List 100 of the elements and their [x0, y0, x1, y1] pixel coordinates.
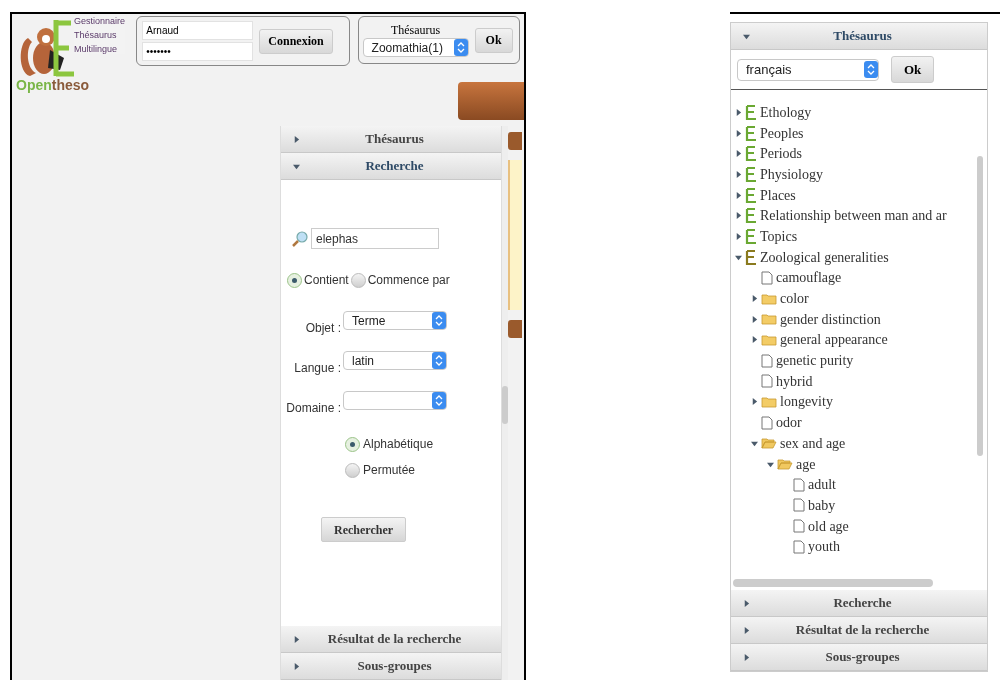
caret-right-icon — [751, 336, 758, 344]
password-field[interactable]: ••••••• — [142, 42, 254, 61]
tree-item[interactable]: Places — [731, 184, 977, 206]
tree-item[interactable]: Topics — [731, 226, 977, 247]
username-field[interactable]: Arnaud — [142, 21, 254, 40]
caret-right-icon — [293, 635, 300, 643]
caret-right-icon — [293, 662, 300, 670]
caret-right-icon — [735, 212, 742, 220]
search-button[interactable]: Rechercher — [321, 517, 407, 542]
caret-right-icon — [751, 315, 758, 323]
thesaurus-label: Thésaurus — [390, 23, 441, 38]
search-field[interactable]: elephas — [311, 228, 439, 249]
tree-item[interactable]: odor — [731, 412, 977, 433]
tree-item[interactable]: Zoological generalities — [731, 246, 977, 268]
tree-item[interactable]: old age — [731, 515, 977, 537]
caret-right-icon — [735, 108, 742, 116]
caret-right-icon — [735, 170, 742, 178]
dropdown[interactable] — [343, 391, 447, 410]
folder-icon — [761, 437, 777, 450]
ok-button[interactable]: Ok — [891, 56, 935, 83]
tree-label: gender distinction — [780, 310, 881, 329]
tree-item[interactable]: Peoples — [731, 122, 977, 144]
chevron-updown-icon — [432, 392, 446, 409]
tree-item[interactable]: camouflage — [731, 267, 977, 289]
tree-label: Periods — [760, 145, 802, 164]
radio-label: Contient — [304, 272, 349, 289]
tree-item[interactable]: age — [731, 453, 977, 475]
tree-label: odor — [776, 414, 802, 433]
tree-item[interactable]: Physiology — [731, 164, 977, 185]
tree-item[interactable]: Relationship between man and ar — [731, 205, 977, 227]
accordion-header[interactable]: Recherche — [731, 590, 987, 617]
chevron-updown-icon — [864, 61, 878, 78]
dropdown[interactable]: français — [737, 58, 879, 81]
caret-right-icon — [735, 150, 742, 158]
tree-item[interactable]: youth — [731, 536, 977, 558]
chevron-updown-icon — [432, 352, 446, 369]
tree-item[interactable]: hybrid — [731, 370, 977, 392]
caret-down-icon — [743, 32, 750, 40]
tree-label: hybrid — [776, 372, 813, 391]
tree-label: Places — [760, 186, 796, 205]
tree-item[interactable]: sex and age — [731, 433, 977, 454]
tree-item[interactable]: Periods — [731, 143, 977, 165]
radio-button[interactable] — [350, 272, 366, 288]
radio-button[interactable] — [287, 272, 302, 288]
bamboo-e-icon — [745, 146, 757, 162]
field-label: Objet : — [304, 320, 342, 337]
bamboo-e-icon — [745, 187, 757, 203]
document-icon — [793, 539, 805, 554]
tree-label: camouflage — [776, 269, 842, 288]
tree-item[interactable]: baby — [731, 495, 977, 516]
folder-icon — [761, 292, 777, 305]
tree-label: age — [796, 455, 816, 474]
accordion-header[interactable]: Sous-groupes — [281, 653, 501, 680]
search-icon — [291, 229, 309, 248]
caret-right-icon — [743, 599, 750, 607]
bamboo-e-icon — [745, 104, 757, 120]
tree-item[interactable]: gender distinction — [731, 308, 977, 330]
caret-right-icon — [735, 191, 742, 199]
accordion-header[interactable]: Résultat de la recherche — [731, 617, 987, 644]
login-button[interactable]: Connexion — [259, 28, 333, 54]
radio-button[interactable] — [345, 462, 360, 478]
tree-item[interactable]: Ethology — [731, 102, 977, 123]
caret-right-icon — [735, 232, 742, 240]
accordion-header[interactable]: Sous-groupes — [731, 644, 987, 671]
tree-item[interactable]: general appearance — [731, 329, 977, 351]
ok-button[interactable]: Ok — [474, 27, 513, 53]
accordion-header[interactable]: Résultat de la recherche — [281, 626, 501, 653]
radio-label: Alphabétique — [363, 436, 434, 453]
radio-label: Permutée — [363, 462, 416, 479]
tree-label: general appearance — [780, 331, 888, 350]
accordion-header[interactable]: Thésaurus — [281, 126, 501, 153]
accordion-header[interactable]: Recherche — [281, 153, 501, 180]
document-icon — [793, 498, 805, 513]
tree-label: genetic purity — [776, 352, 854, 371]
tree-label: color — [780, 290, 809, 309]
accordion-header[interactable]: Thésaurus — [731, 23, 987, 50]
tree-label: sex and age — [780, 434, 846, 453]
tree-item[interactable]: genetic purity — [731, 350, 977, 371]
dropdown[interactable]: latin — [343, 351, 447, 370]
caret-down-icon — [293, 162, 300, 170]
tree-label: Ethology — [760, 103, 812, 122]
caret-right-icon — [735, 129, 742, 137]
caret-right-icon — [751, 295, 758, 303]
caret-down-icon — [751, 439, 758, 447]
bamboo-e-icon — [745, 249, 757, 265]
chevron-updown-icon — [432, 312, 446, 329]
folder-icon — [777, 458, 793, 471]
tree-item[interactable]: adult — [731, 474, 977, 496]
folder-icon — [761, 313, 777, 326]
caret-right-icon — [751, 398, 758, 406]
bamboo-e-icon — [745, 208, 757, 224]
logo-wordmark: Opentheso — [16, 78, 90, 92]
tree-label: Peoples — [760, 124, 804, 143]
caret-right-icon — [743, 626, 750, 634]
dropdown[interactable]: Zoomathia(1) — [362, 38, 469, 57]
tree-item[interactable]: color — [731, 288, 977, 309]
tree-item[interactable]: longevity — [731, 391, 977, 413]
dropdown[interactable]: Terme — [343, 311, 447, 330]
document-icon — [761, 415, 773, 430]
radio-button[interactable] — [345, 436, 360, 452]
